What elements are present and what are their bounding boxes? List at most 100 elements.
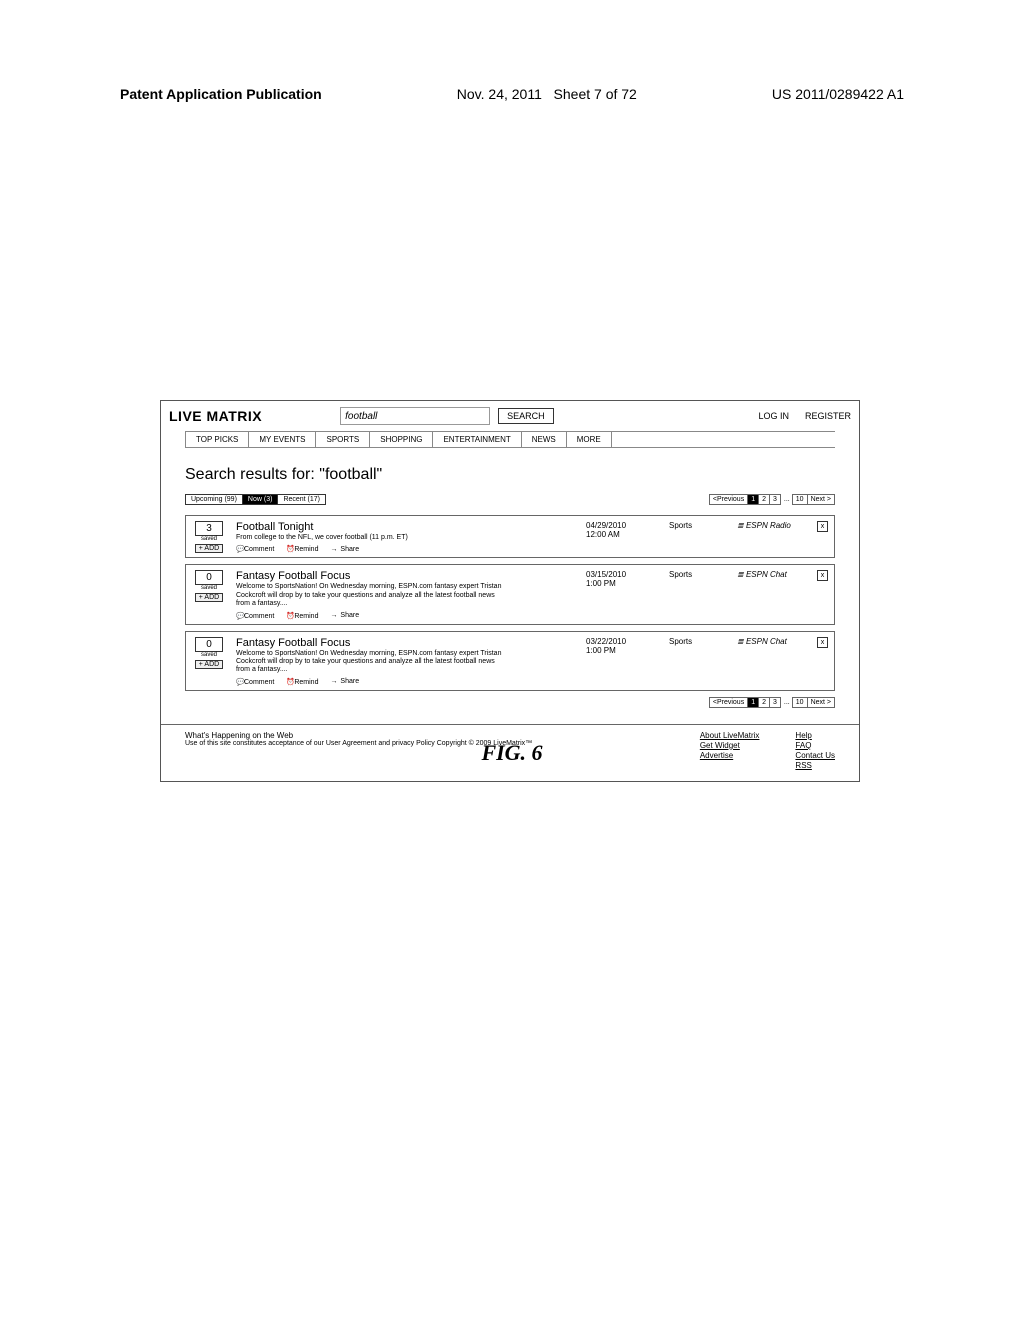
comment-icon: 💬 <box>236 612 244 620</box>
brand-logo: LIVE MATRIX <box>169 408 262 424</box>
nav-sports[interactable]: SPORTS <box>316 432 370 447</box>
result-body: Football Tonight From college to the NFL… <box>236 521 576 553</box>
search-input[interactable] <box>340 407 490 425</box>
pager-page-10[interactable]: 10 <box>792 697 808 708</box>
nav-news[interactable]: NEWS <box>522 432 567 447</box>
pager-next[interactable]: Next > <box>807 697 835 708</box>
nav-more[interactable]: MORE <box>567 432 612 447</box>
result-category: Sports <box>669 637 709 655</box>
pager-page-10[interactable]: 10 <box>792 494 808 505</box>
nav-entertainment[interactable]: ENTERTAINMENT <box>433 432 521 447</box>
share-icon: → <box>330 678 338 685</box>
search-button[interactable]: SEARCH <box>498 408 554 424</box>
close-icon[interactable]: x <box>817 521 828 532</box>
result-meta: 04/29/2010 12:00 AM Sports ≣ ESPN Radio <box>586 521 807 539</box>
filter-pagination-row: Upcoming (99) Now (3) Recent (17) <Previ… <box>185 494 835 505</box>
result-row: 0 saved + ADD Fantasy Football Focus Wel… <box>185 564 835 624</box>
filter-upcoming[interactable]: Upcoming (99) <box>185 494 243 505</box>
saved-count: 0 <box>195 637 223 652</box>
close-icon[interactable]: x <box>817 637 828 648</box>
publication-header: Patent Application Publication Nov. 24, … <box>120 86 904 102</box>
result-actions: 💬Comment ⏰Remind → Share <box>236 612 576 620</box>
register-link[interactable]: REGISTER <box>805 411 851 421</box>
pager-prev[interactable]: <Previous <box>709 697 748 708</box>
result-datetime: 04/29/2010 12:00 AM <box>586 521 641 539</box>
result-body: Fantasy Football Focus Welcome to Sports… <box>236 637 576 686</box>
content-area: Search results for: "football" Upcoming … <box>161 448 859 716</box>
login-link[interactable]: LOG IN <box>758 411 789 421</box>
share-action[interactable]: → Share <box>330 678 359 685</box>
pagination-bottom-wrap: <Previous 1 2 3 ... 10 Next > <box>185 697 835 708</box>
filter-recent[interactable]: Recent (17) <box>277 494 326 505</box>
nav-shopping[interactable]: SHOPPING <box>370 432 433 447</box>
comment-icon: 💬 <box>236 678 244 686</box>
footer-tagline: What's Happening on the Web <box>185 731 700 740</box>
comment-action[interactable]: 💬Comment <box>236 678 274 686</box>
share-action[interactable]: → Share <box>330 546 359 553</box>
nav-top-picks[interactable]: TOP PICKS <box>185 432 249 447</box>
result-body: Fantasy Football Focus Welcome to Sports… <box>236 570 576 619</box>
saved-label: saved <box>201 585 217 591</box>
add-button[interactable]: + ADD <box>195 593 223 602</box>
result-datetime: 03/22/2010 1:00 PM <box>586 637 641 655</box>
auth-links: LOG IN REGISTER <box>758 411 851 421</box>
result-title[interactable]: Football Tonight <box>236 521 576 533</box>
pagination-bottom: <Previous 1 2 3 ... 10 Next > <box>710 697 835 708</box>
result-actions: 💬Comment ⏰Remind → Share <box>236 545 576 553</box>
save-box: 0 saved + ADD <box>192 637 226 669</box>
pager-page-3[interactable]: 3 <box>769 697 781 708</box>
result-source: ≣ ESPN Chat <box>737 570 807 588</box>
top-bar: LIVE MATRIX SEARCH LOG IN REGISTER <box>161 401 859 431</box>
saved-label: saved <box>201 536 217 542</box>
result-row: 0 saved + ADD Fantasy Football Focus Wel… <box>185 631 835 691</box>
comment-icon: 💬 <box>236 545 244 553</box>
source-icon: ≣ <box>737 521 744 530</box>
result-category: Sports <box>669 521 709 539</box>
result-category: Sports <box>669 570 709 588</box>
close-icon[interactable]: x <box>817 570 828 581</box>
remind-action[interactable]: ⏰Remind <box>286 612 318 620</box>
app-window: LIVE MATRIX SEARCH LOG IN REGISTER TOP P… <box>160 400 860 782</box>
result-datetime: 03/15/2010 1:00 PM <box>586 570 641 588</box>
footer-link-help[interactable]: Help <box>795 731 835 740</box>
result-row: 3 saved + ADD Football Tonight From coll… <box>185 515 835 558</box>
add-button[interactable]: + ADD <box>195 660 223 669</box>
pagination-top: <Previous 1 2 3 ... 10 Next > <box>710 494 835 505</box>
nav-my-events[interactable]: MY EVENTS <box>249 432 316 447</box>
comment-action[interactable]: 💬Comment <box>236 545 274 553</box>
saved-count: 3 <box>195 521 223 536</box>
add-button[interactable]: + ADD <box>195 544 223 553</box>
share-action[interactable]: → Share <box>330 612 359 619</box>
pager-prev[interactable]: <Previous <box>709 494 748 505</box>
figure-caption: FIG. 6 <box>0 740 1024 766</box>
result-meta: 03/15/2010 1:00 PM Sports ≣ ESPN Chat <box>586 570 807 588</box>
comment-action[interactable]: 💬Comment <box>236 612 274 620</box>
result-source: ≣ ESPN Chat <box>737 637 807 655</box>
result-source: ≣ ESPN Radio <box>737 521 807 539</box>
save-box: 3 saved + ADD <box>192 521 226 553</box>
publication-date: Nov. 24, 2011 Sheet 7 of 72 <box>457 86 637 102</box>
share-icon: → <box>330 612 338 619</box>
remind-action[interactable]: ⏰Remind <box>286 545 318 553</box>
saved-label: saved <box>201 652 217 658</box>
main-nav: TOP PICKS MY EVENTS SPORTS SHOPPING ENTE… <box>185 431 835 448</box>
publication-title: Patent Application Publication <box>120 86 322 102</box>
share-icon: → <box>330 546 338 553</box>
pager-page-3[interactable]: 3 <box>769 494 781 505</box>
result-title[interactable]: Fantasy Football Focus <box>236 570 576 582</box>
result-meta: 03/22/2010 1:00 PM Sports ≣ ESPN Chat <box>586 637 807 655</box>
filter-now[interactable]: Now (3) <box>242 494 279 505</box>
source-icon: ≣ <box>737 570 744 579</box>
remind-action[interactable]: ⏰Remind <box>286 678 318 686</box>
result-title[interactable]: Fantasy Football Focus <box>236 637 576 649</box>
publication-number: US 2011/0289422 A1 <box>772 86 904 102</box>
pager-next[interactable]: Next > <box>807 494 835 505</box>
footer-link-about[interactable]: About LiveMatrix <box>700 731 760 740</box>
result-actions: 💬Comment ⏰Remind → Share <box>236 678 576 686</box>
save-box: 0 saved + ADD <box>192 570 226 602</box>
filter-tabs: Upcoming (99) Now (3) Recent (17) <box>185 494 325 505</box>
source-icon: ≣ <box>737 637 744 646</box>
results-heading: Search results for: "football" <box>185 466 835 484</box>
result-desc: From college to the NFL, we cover footba… <box>236 534 506 542</box>
result-desc: Welcome to SportsNation! On Wednesday mo… <box>236 650 506 675</box>
